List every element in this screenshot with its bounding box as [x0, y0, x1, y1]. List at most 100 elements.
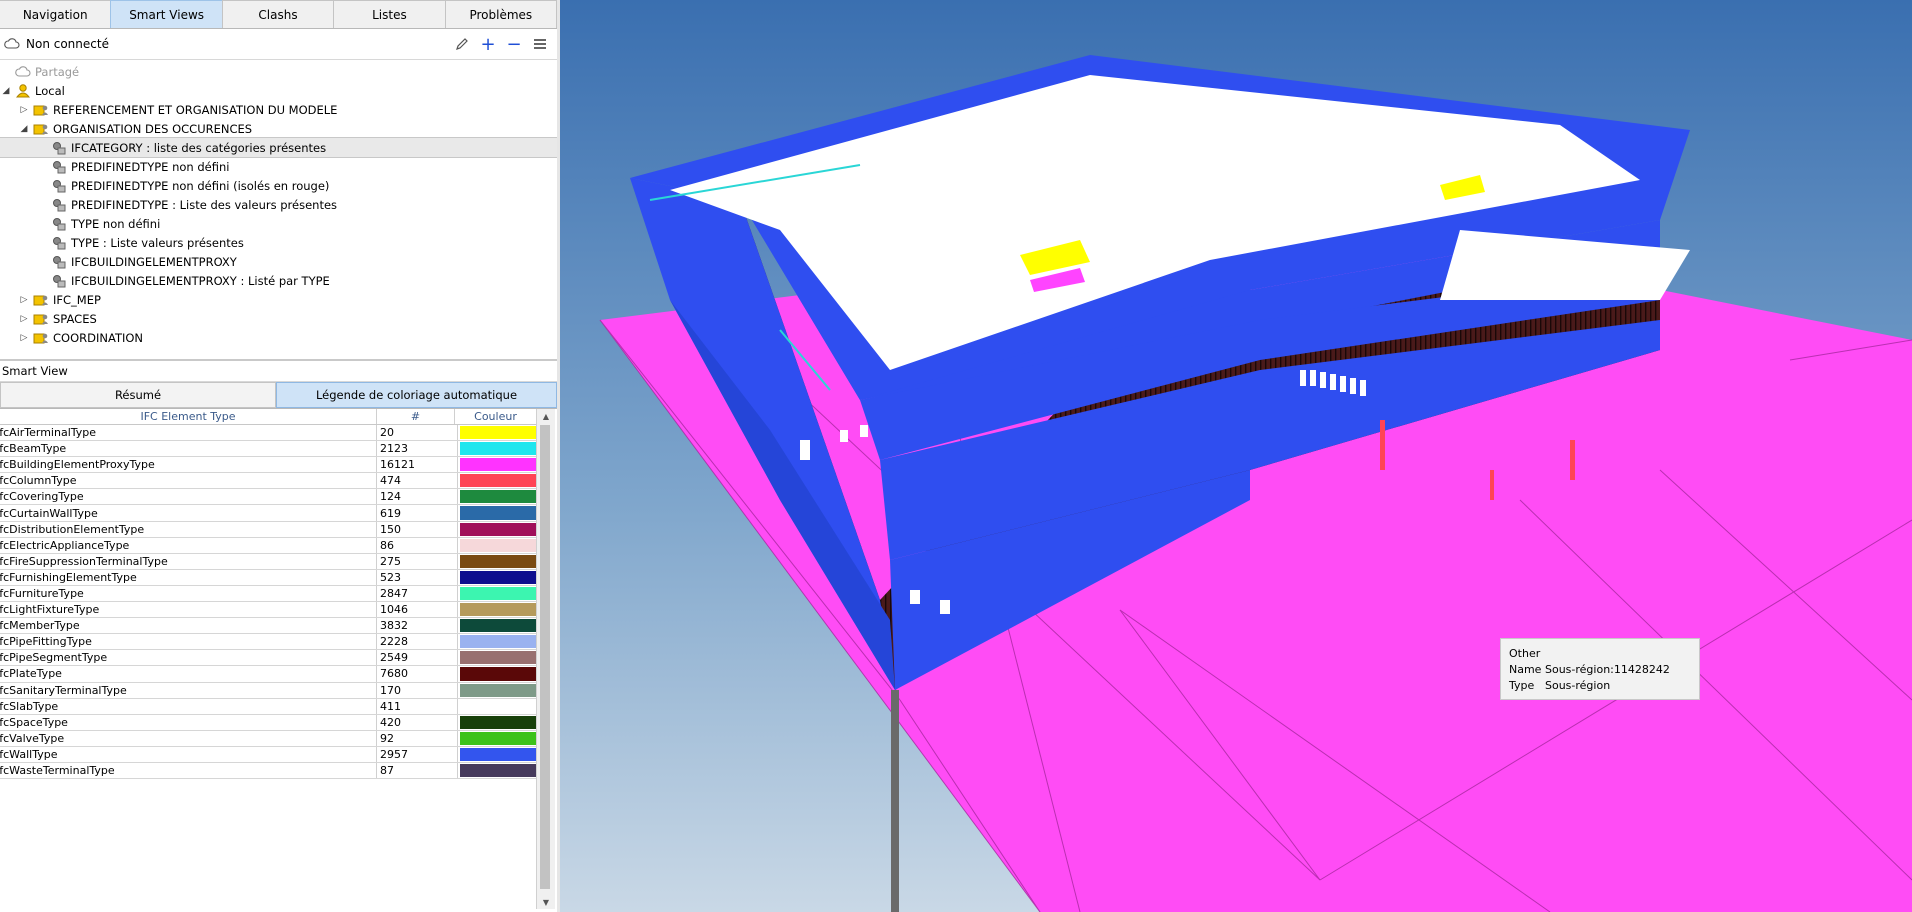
table-row[interactable]: IfcSpaceType 420	[0, 714, 555, 731]
3d-viewport[interactable]: Other Name Sous-région:11428242 Type Sou…	[560, 0, 1912, 912]
tree-node[interactable]: ▷ REFERENCEMENT ET ORGANISATION DU MODELE	[0, 100, 557, 119]
tree-node[interactable]: PREDIFINEDTYPE non défini (isolés en rou…	[0, 176, 557, 195]
tree-node[interactable]: PREDIFINEDTYPE non défini	[0, 157, 557, 176]
expand-arrow-icon[interactable]: ▷	[18, 333, 30, 343]
color-swatch[interactable]	[460, 490, 537, 504]
smartview-icon	[51, 236, 67, 250]
table-row[interactable]: IfcBeamType 2123	[0, 441, 555, 458]
expand-arrow-icon[interactable]: ▷	[18, 314, 30, 324]
color-swatch[interactable]	[460, 570, 537, 584]
cell-color	[458, 441, 540, 457]
color-swatch[interactable]	[460, 635, 537, 649]
cell-color	[458, 650, 540, 666]
table-row[interactable]: IfcFurnitureType 2847	[0, 585, 555, 603]
tree-node[interactable]: IFCATEGORY : liste des catégories présen…	[0, 137, 557, 158]
table-row[interactable]: IfcPipeFittingType 2228	[0, 634, 555, 651]
table-row[interactable]: IfcAirTerminalType 20	[0, 425, 555, 442]
table-row[interactable]: IfcPlateType 7680	[0, 666, 555, 683]
table-row[interactable]: IfcFireSuppressionTerminalType 275	[0, 553, 555, 570]
tree-node[interactable]: PREDIFINEDTYPE : Liste des valeurs prése…	[0, 195, 557, 214]
table-row[interactable]: IfcSlabType 411	[0, 698, 555, 715]
cell-color	[458, 682, 540, 698]
cell-color	[458, 473, 540, 489]
tree-node[interactable]: TYPE : Liste valeurs présentes	[0, 233, 557, 252]
legend-scrollbar[interactable]: ▲ ▼	[536, 409, 555, 909]
smartview-icon	[51, 179, 67, 193]
table-row[interactable]: IfcLightFixtureType 1046	[0, 602, 555, 619]
table-row[interactable]: IfcValveType 92	[0, 730, 555, 747]
color-swatch[interactable]	[460, 747, 537, 761]
user-icon	[15, 83, 31, 98]
column-header-count[interactable]: #	[377, 409, 455, 424]
color-swatch[interactable]	[460, 442, 537, 456]
tree-node[interactable]: TYPE non défini	[0, 214, 557, 233]
table-row[interactable]: IfcCoveringType 124	[0, 489, 555, 506]
table-row[interactable]: IfcDistributionElementType 150	[0, 521, 555, 538]
tab-listes[interactable]: Listes	[333, 0, 446, 28]
color-swatch[interactable]	[460, 667, 537, 681]
menu-icon[interactable]	[527, 32, 553, 56]
tab-resume[interactable]: Résumé	[0, 382, 277, 408]
column-header-color[interactable]: Couleur	[455, 409, 537, 424]
tab-clashs[interactable]: Clashs	[221, 0, 335, 28]
expand-arrow-icon[interactable]: ▷	[18, 295, 30, 305]
table-row[interactable]: IfcWasteTerminalType 87	[0, 762, 555, 780]
scroll-thumb[interactable]	[540, 425, 550, 889]
color-swatch[interactable]	[460, 763, 537, 778]
tree-node[interactable]: Partagé	[0, 62, 557, 81]
color-swatch[interactable]	[460, 554, 537, 568]
pencil-icon[interactable]	[449, 32, 475, 56]
table-row[interactable]: IfcBuildingElementProxyType 16121	[0, 457, 555, 474]
tree-node[interactable]: ▷ IFC_MEP	[0, 290, 557, 309]
tab-legende[interactable]: Légende de coloriage automatique	[276, 382, 557, 408]
tree-node[interactable]: ◢ Local	[0, 81, 557, 100]
cell-type: IfcLightFixtureType	[0, 602, 377, 618]
tab-smart-views[interactable]: Smart Views	[110, 0, 223, 28]
table-row[interactable]: IfcMemberType 3832	[0, 618, 555, 635]
expand-arrow-icon[interactable]: ▷	[18, 105, 30, 115]
folder-user-icon	[33, 103, 49, 117]
color-swatch[interactable]	[460, 603, 537, 617]
cell-type-text: IfcWasteTerminalType	[0, 764, 115, 778]
table-row[interactable]: IfcWallType 2957	[0, 746, 555, 763]
tab-problèmes[interactable]: Problèmes	[444, 0, 557, 28]
collapse-arrow-icon[interactable]: ◢	[18, 124, 30, 134]
color-swatch[interactable]	[460, 619, 537, 633]
cell-type: IfcFurnitureType	[0, 585, 377, 602]
cell-count: 86	[377, 537, 458, 553]
tree-node[interactable]: IFCBUILDINGELEMENTPROXY : Listé par TYPE	[0, 271, 557, 290]
color-swatch[interactable]	[460, 586, 537, 601]
color-swatch[interactable]	[460, 506, 537, 520]
tree-node[interactable]: IFCBUILDINGELEMENTPROXY	[0, 252, 557, 271]
color-swatch[interactable]	[460, 699, 537, 713]
collapse-arrow-icon[interactable]: ◢	[0, 86, 12, 96]
color-swatch[interactable]	[460, 522, 537, 536]
table-row[interactable]: IfcSanitaryTerminalType 170	[0, 682, 555, 699]
color-swatch[interactable]	[460, 426, 537, 440]
color-swatch[interactable]	[460, 458, 537, 472]
table-row[interactable]: IfcFurnishingElementType 523	[0, 569, 555, 586]
color-swatch[interactable]	[460, 683, 537, 697]
table-row[interactable]: IfcPipeSegmentType 2549	[0, 650, 555, 667]
table-row[interactable]: IfcElectricApplianceType 86	[0, 537, 555, 554]
left-panel: Navigation Smart Views Clashs Listes Problèm…	[0, 0, 557, 912]
tree-node[interactable]: ◢ ORGANISATION DES OCCURENCES	[0, 119, 557, 138]
color-swatch[interactable]	[460, 538, 537, 552]
plus-icon[interactable]: +	[475, 32, 501, 56]
table-row[interactable]: IfcCurtainWallType 619	[0, 505, 555, 522]
scroll-down-icon[interactable]: ▼	[537, 895, 555, 909]
tab-navigation[interactable]: Navigation	[0, 0, 112, 28]
color-swatch[interactable]	[460, 474, 537, 488]
color-swatch[interactable]	[460, 731, 537, 745]
scroll-up-icon[interactable]: ▲	[537, 409, 555, 423]
folder-user-icon	[33, 122, 49, 136]
minus-icon[interactable]: −	[501, 32, 527, 56]
cell-color	[458, 425, 540, 441]
tree-node[interactable]: ▷ COORDINATION	[0, 328, 557, 347]
table-row[interactable]: IfcColumnType 474	[0, 473, 555, 490]
column-header-type[interactable]: IFC Element Type	[0, 409, 377, 424]
tree-node-label: COORDINATION	[53, 330, 144, 345]
color-swatch[interactable]	[460, 651, 537, 665]
tree-node[interactable]: ▷ SPACES	[0, 309, 557, 328]
color-swatch[interactable]	[460, 715, 537, 729]
